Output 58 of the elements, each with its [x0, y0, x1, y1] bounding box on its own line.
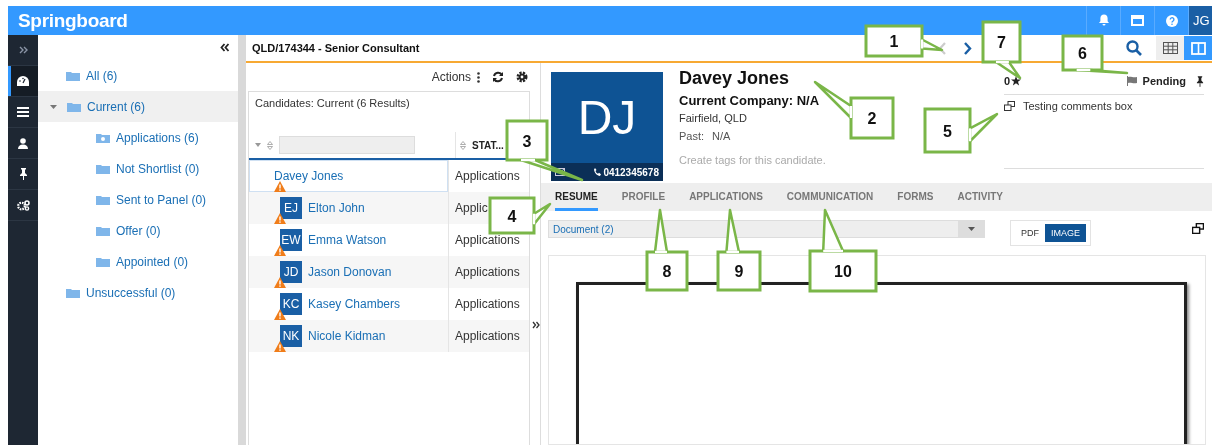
tree-item[interactable]: Unsuccessful (0): [38, 277, 238, 308]
callout: 10: [808, 208, 878, 293]
tab[interactable]: RESUME: [555, 191, 598, 211]
company-text: Current Company: N/A: [679, 93, 820, 108]
job-title: QLD/174344 - Senior Consultant: [252, 42, 420, 54]
callout: 8: [645, 208, 689, 292]
callout: 4: [488, 196, 552, 235]
user-avatar[interactable]: JG: [1188, 6, 1212, 35]
candidate-name[interactable]: Emma Watson: [308, 233, 387, 247]
candidate-name[interactable]: Elton John: [308, 201, 365, 215]
tree-item[interactable]: Current (6): [38, 91, 238, 122]
view-toggle-button[interactable]: IMAGE: [1045, 224, 1086, 242]
tab[interactable]: APPLICATIONS: [689, 191, 763, 211]
status-text: Applications: [455, 169, 520, 183]
logo[interactable]: Springboard: [8, 9, 128, 32]
callout: 5: [923, 107, 999, 154]
candidate-name[interactable]: Nicole Kidman: [308, 329, 386, 343]
past-label: Past:: [679, 130, 705, 142]
document-dropdown[interactable]: Document (2): [548, 220, 985, 238]
avatar: EW: [280, 229, 302, 251]
callout: 9: [716, 208, 762, 292]
avatar: EJ: [280, 197, 302, 219]
location-text: Fairfield, QLD: [679, 112, 747, 124]
avatar-initials: DJ: [576, 90, 638, 146]
tab[interactable]: PROFILE: [621, 191, 666, 211]
grid-title: Candidates: Current (6 Results): [254, 96, 411, 111]
tree-item[interactable]: Not Shortlist (0): [38, 153, 238, 184]
status-text: Applic: [455, 201, 488, 215]
candidate-name-heading: Davey Jones: [679, 68, 790, 89]
status-text: Applications: [455, 297, 520, 311]
candidate-name[interactable]: Davey Jones: [274, 169, 344, 183]
tab[interactable]: ACTIVITY: [957, 191, 1003, 211]
callout: 1: [864, 24, 944, 58]
candidate-name[interactable]: Kasey Chambers: [308, 297, 401, 311]
status-flag[interactable]: Pending: [1126, 75, 1186, 87]
tree-item[interactable]: All (6): [38, 60, 238, 91]
status-text: Applications: [455, 233, 520, 247]
name-cell[interactable]: NK Nicole Kidman: [249, 320, 449, 352]
tree-item[interactable]: Appointed (0): [38, 246, 238, 277]
callout: 6: [1061, 34, 1129, 75]
avatar: NK: [280, 325, 302, 347]
name-cell[interactable]: Davey Jones: [249, 160, 449, 192]
name-cell[interactable]: JD Jason Donovan: [249, 256, 449, 288]
status-text: Applications: [455, 329, 520, 343]
avatar: JD: [280, 261, 302, 283]
comment-text: Testing comments box: [1023, 100, 1133, 112]
actions-menu[interactable]: Actions: [431, 70, 471, 84]
status-column-header[interactable]: STAT...: [472, 139, 504, 151]
candidate-name[interactable]: Jason Donovan: [308, 265, 392, 279]
tab[interactable]: FORMS: [897, 191, 934, 211]
tree-item[interactable]: Sent to Panel (0): [38, 184, 238, 215]
tab[interactable]: COMMUNICATION: [786, 191, 874, 211]
status-text: Applications: [455, 265, 520, 279]
tree-item[interactable]: Offer (0): [38, 215, 238, 246]
avatar: KC: [280, 293, 302, 315]
name-cell[interactable]: EJ Elton John: [249, 192, 449, 224]
past-value: N/A: [712, 130, 731, 142]
tree-item[interactable]: Applications (6): [38, 122, 238, 153]
